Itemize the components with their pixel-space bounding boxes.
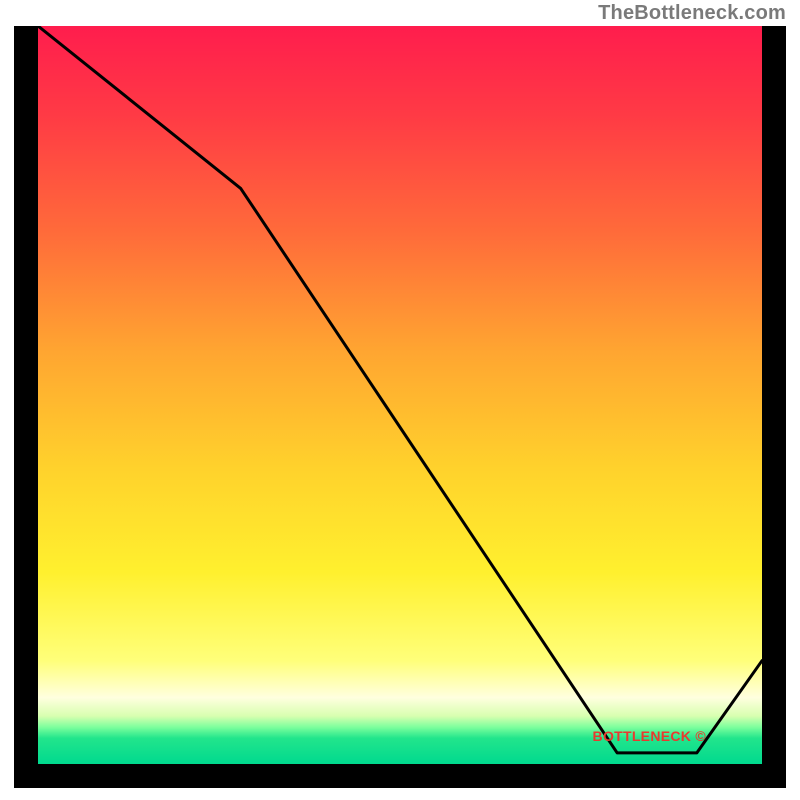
watermark-label: BOTTLENECK ©: [593, 728, 706, 744]
chart-container: TheBottleneck.com BOTTLENECK ©: [0, 0, 800, 800]
attribution-label: TheBottleneck.com: [598, 2, 786, 25]
line-series: [38, 26, 762, 764]
plot-area: BOTTLENECK ©: [38, 26, 762, 764]
bottleneck-curve-path: [38, 26, 762, 753]
plot-frame: BOTTLENECK ©: [14, 26, 786, 788]
